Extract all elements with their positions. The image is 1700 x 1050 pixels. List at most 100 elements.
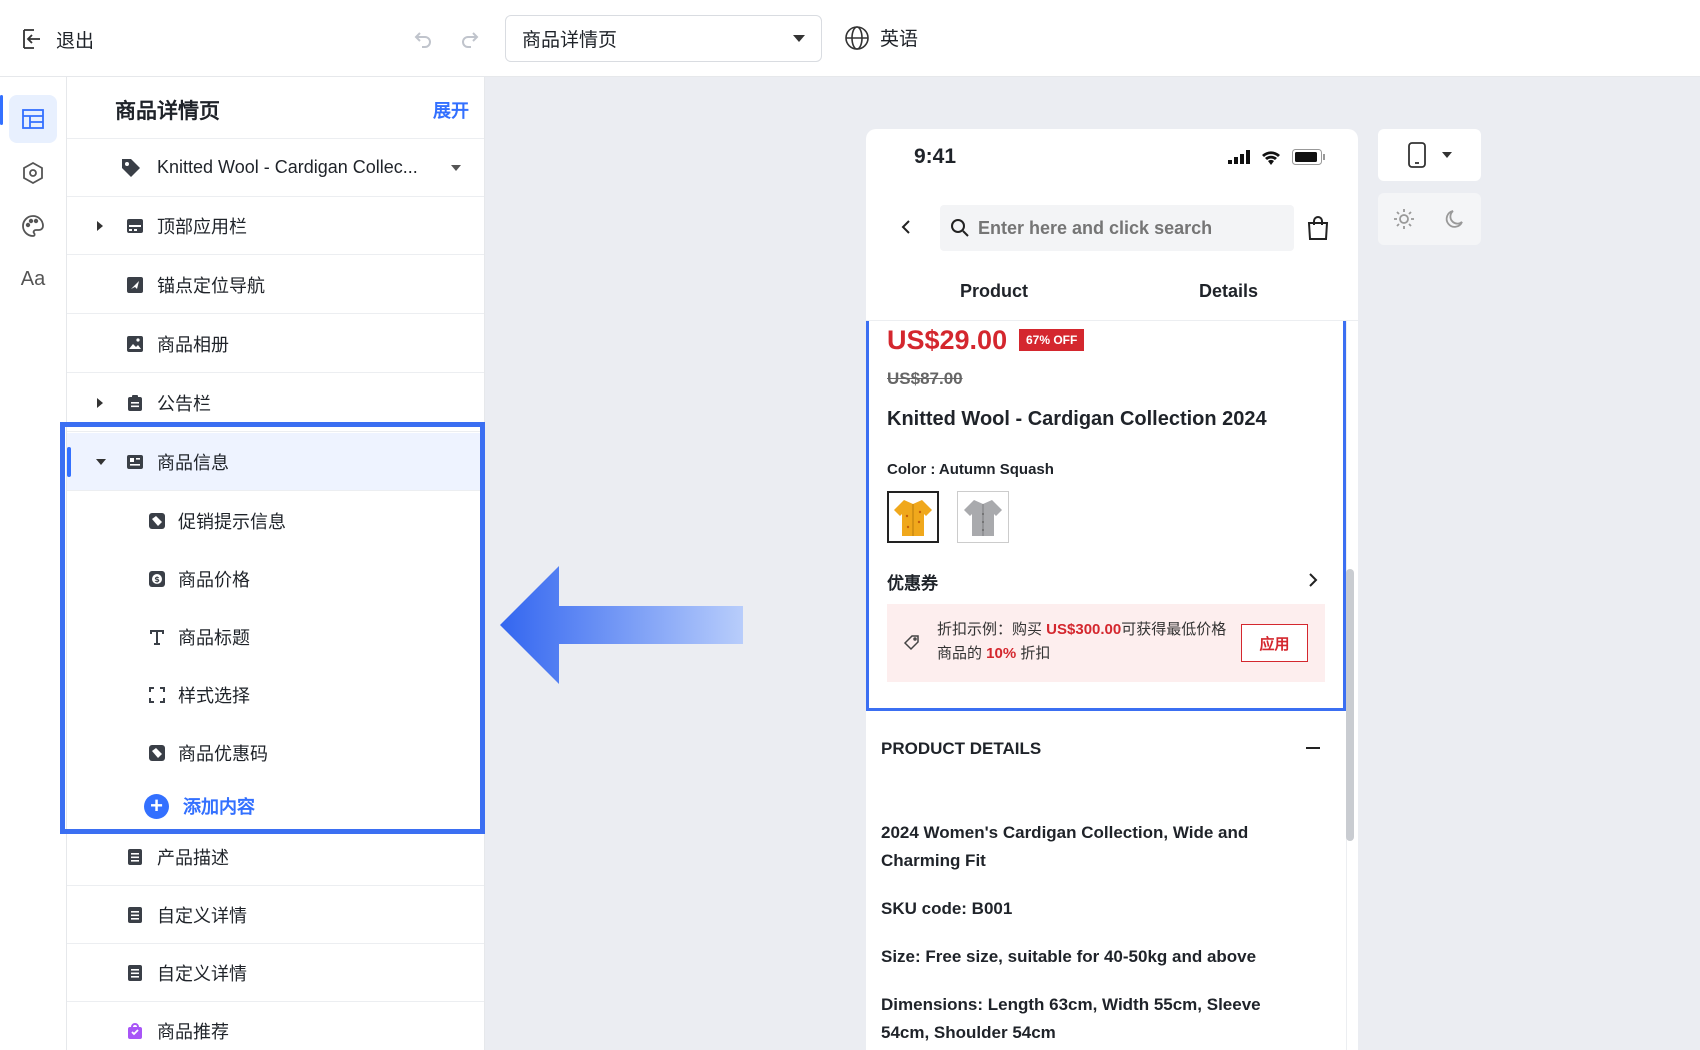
expand-button[interactable]: 展开 [433, 97, 469, 123]
globe-icon [845, 25, 869, 50]
collapse-icon[interactable] [1306, 747, 1320, 749]
add-content-button[interactable]: + 添加内容 [144, 793, 255, 819]
theme-toggle [1378, 193, 1481, 245]
top-bar: 退出 商品详情页 英语 [0, 0, 1700, 77]
chevron-down-icon [1441, 152, 1452, 158]
tree-item-label: 商品标题 [178, 628, 250, 648]
rail-component-tab[interactable] [9, 149, 57, 197]
svg-text:$: $ [154, 575, 160, 584]
tree-subitem-price[interactable]: $ 商品价格 [67, 550, 484, 608]
detail-line: Dimensions: Length 63cm, Width 55cm, Sle… [881, 995, 1261, 1042]
page-select-value: 商品详情页 [522, 30, 618, 51]
signal-icon [1228, 150, 1250, 164]
search-input[interactable] [978, 217, 1278, 239]
product-tabs: Product Details [866, 269, 1358, 321]
sun-icon [1393, 209, 1414, 229]
tree-subitem-promo-info[interactable]: 促销提示信息 [67, 492, 484, 550]
tree-item-custom-detail[interactable]: 自定义详情 [67, 886, 484, 944]
frame-select-icon [149, 687, 165, 703]
rail-layout-tab[interactable] [9, 95, 57, 143]
search-icon [951, 219, 969, 237]
shopping-bag-icon [128, 1023, 142, 1039]
search-box[interactable] [940, 205, 1294, 251]
tree-item-label: 公告栏 [157, 393, 211, 414]
product-price: US$29.00 [887, 325, 1008, 355]
plus-icon: + [144, 793, 169, 819]
tree-item-label: 样式选择 [178, 686, 250, 706]
rail-theme-tab[interactable] [9, 202, 57, 250]
tree-item-description[interactable]: 产品描述 [67, 828, 484, 886]
detail-line: 2024 Women's Cardigan Collection, Wide a… [881, 823, 1249, 870]
text-icon [150, 630, 164, 645]
tag-icon [122, 158, 140, 177]
coupon-text-suffix: 折扣 [1016, 645, 1051, 662]
tree-item-label: 自定义详情 [157, 963, 247, 984]
tree-item-label: 商品推荐 [157, 1022, 229, 1042]
navigation-icon [127, 276, 143, 293]
detail-line: SKU code: B001 [881, 899, 1013, 918]
status-icons [1228, 149, 1326, 165]
redo-icon[interactable] [458, 26, 482, 50]
palette-icon [22, 215, 44, 237]
tree-item-custom-detail[interactable]: 自定义详情 [67, 944, 484, 1002]
product-details-heading: PRODUCT DETAILS [881, 739, 1042, 758]
exit-button[interactable]: 退出 [20, 24, 94, 54]
wifi-icon [1262, 151, 1280, 165]
undo-icon[interactable] [411, 26, 435, 50]
grey-cardigan-image [964, 500, 1002, 536]
device-switcher[interactable] [1378, 129, 1481, 181]
chevron-right-icon[interactable] [1305, 571, 1321, 589]
promo-icon [149, 513, 165, 529]
product-info-section[interactable]: US$29.00 67% OFF US$87.00 Knitted Wool -… [866, 321, 1346, 711]
pointer-arrow-icon [500, 566, 743, 684]
add-content-label: 添加内容 [183, 797, 255, 817]
detail-line: Size: Free size, suitable for 40-50kg an… [881, 947, 1257, 966]
rail-active-indicator [0, 95, 3, 125]
product-select[interactable]: Knitted Wool - Cardigan Collec... [67, 139, 484, 197]
tree-item-anchor-nav[interactable]: 锚点定位导航 [67, 256, 484, 314]
tree-item-label: 产品描述 [157, 847, 229, 868]
component-tree-panel: 商品详情页 展开 Knitted Wool - Cardigan Collec.… [67, 77, 485, 1050]
search-row [866, 203, 1358, 251]
scrollbar[interactable] [1346, 569, 1354, 841]
panel-title: 商品详情页 [115, 100, 220, 123]
tree-item-label: 商品相册 [157, 334, 229, 355]
tree-item-gallery[interactable]: 商品相册 [67, 315, 484, 373]
color-swatch-grey[interactable] [957, 491, 1009, 543]
color-swatch-autumn-squash[interactable] [887, 491, 939, 543]
rail-typography-tab[interactable]: Aa [9, 255, 57, 303]
tree-item-top-app-bar[interactable]: 顶部应用栏 [67, 197, 484, 255]
exit-label: 退出 [56, 30, 95, 52]
tree-subitem-coupon[interactable]: 商品优惠码 [67, 724, 484, 782]
tag-icon [903, 635, 919, 651]
tab-details[interactable]: Details [1199, 281, 1258, 302]
tree-item-announcement[interactable]: 公告栏 [67, 374, 484, 432]
apply-coupon-button[interactable]: 应用 [1241, 624, 1308, 662]
page-select[interactable]: 商品详情页 [505, 15, 822, 62]
document-icon [128, 906, 142, 923]
expand-arrow-icon[interactable] [97, 397, 103, 408]
exit-icon [23, 29, 40, 49]
shopping-bag-icon[interactable] [1306, 215, 1330, 241]
tree-item-recommendations[interactable]: 商品推荐 [67, 1002, 484, 1050]
coupon-description: 折扣示例：购买 US$300.00可获得最低价格商品的 10% 折扣 [937, 618, 1227, 666]
tree-item-product-info[interactable]: 商品信息 [67, 433, 484, 491]
language-selector[interactable]: 英语 [844, 24, 918, 51]
tree-item-label: 商品价格 [178, 570, 250, 590]
back-icon[interactable] [896, 217, 916, 237]
tree-subitem-style-select[interactable]: 样式选择 [67, 666, 484, 724]
tree-item-label: 顶部应用栏 [157, 216, 247, 237]
tree-subitem-title[interactable]: 商品标题 [67, 608, 484, 666]
collapse-arrow-icon[interactable] [96, 458, 106, 465]
light-theme-button[interactable] [1378, 193, 1429, 245]
tab-product[interactable]: Product [960, 281, 1028, 302]
dark-theme-button[interactable] [1429, 193, 1480, 245]
original-price: US$87.00 [887, 369, 963, 388]
product-title: Knitted Wool - Cardigan Collection 2024 [887, 408, 1267, 430]
clipboard-icon [128, 394, 142, 411]
expand-arrow-icon[interactable] [97, 220, 103, 231]
selection-indicator [67, 447, 71, 477]
battery-icon [1292, 149, 1325, 165]
coupon-card: 折扣示例：购买 US$300.00可获得最低价格商品的 10% 折扣 应用 [887, 604, 1325, 682]
document-icon [128, 964, 142, 981]
